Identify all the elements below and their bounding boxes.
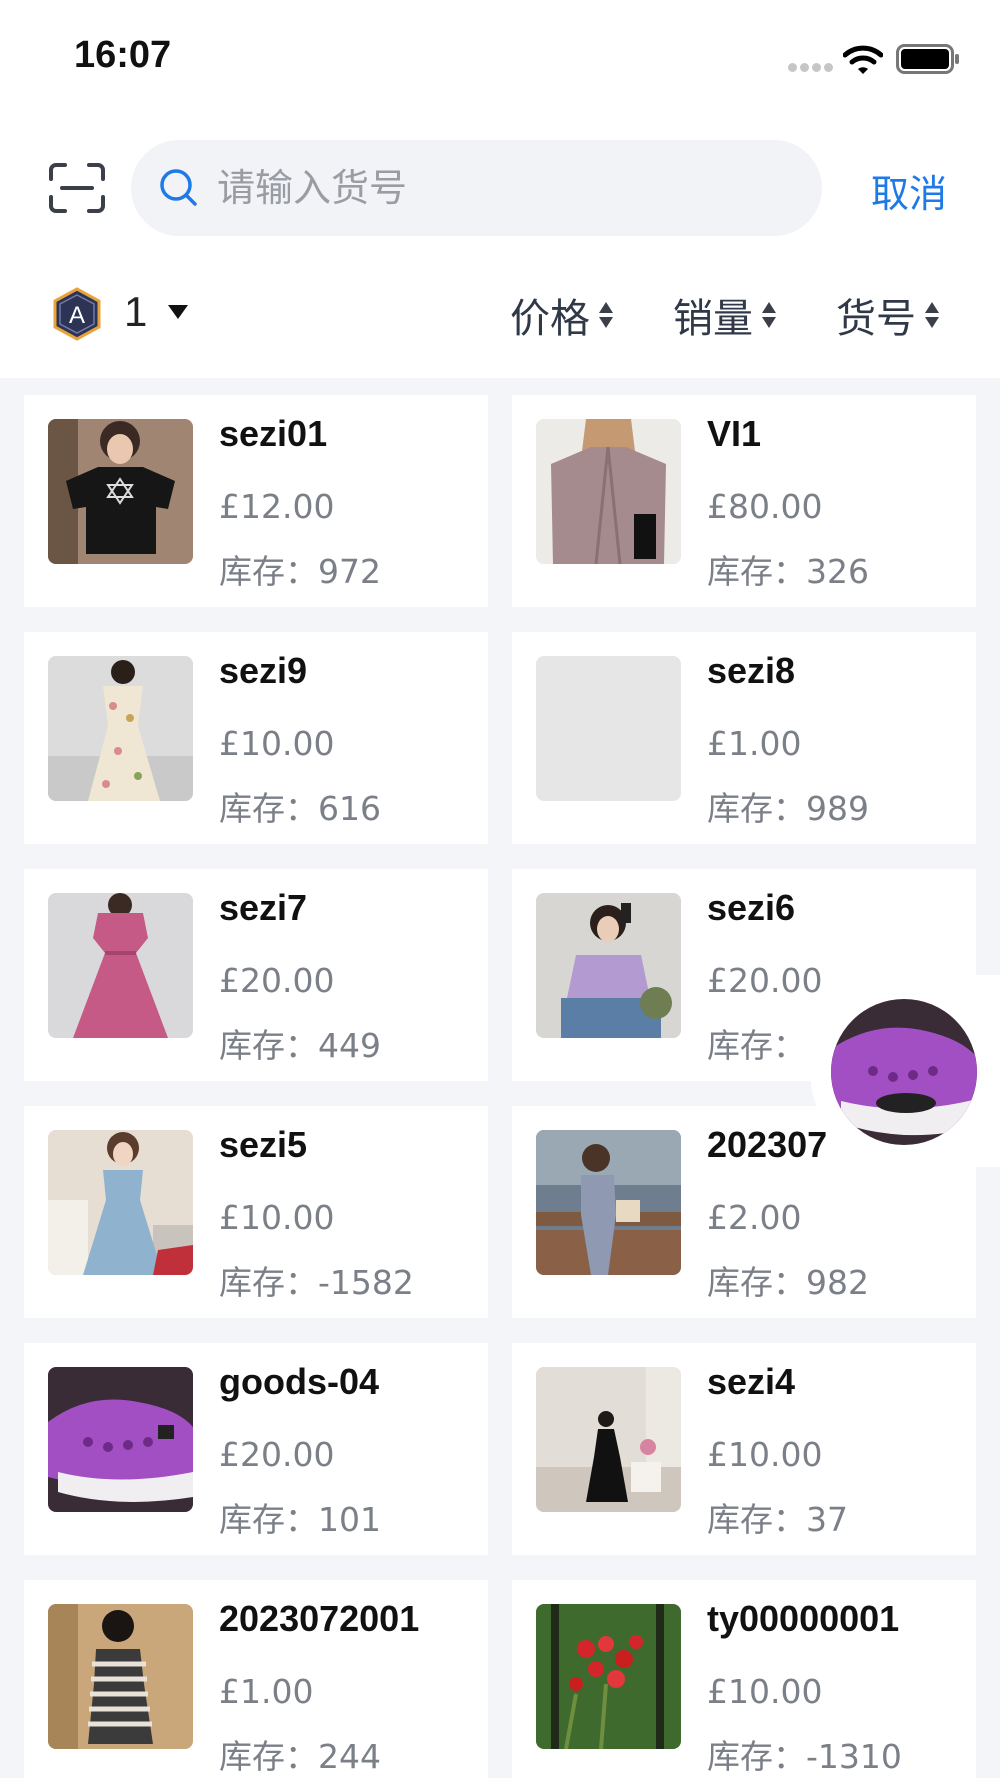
- product-card[interactable]: goods-04 £20.00 库存：101: [24, 1343, 488, 1555]
- sort-price-label: 价格: [510, 296, 590, 342]
- sort-sales[interactable]: 销量: [673, 286, 776, 344]
- product-image: [536, 419, 681, 564]
- product-name: 202307: [707, 1124, 828, 1165]
- product-price: £10.00: [219, 1198, 335, 1237]
- product-price: £1.00: [707, 724, 802, 763]
- product-card[interactable]: sezi01 £12.00 库存：972: [24, 395, 488, 607]
- product-image: [536, 1367, 681, 1512]
- sort-sku[interactable]: 货号: [836, 286, 939, 344]
- status-time: 16:07: [74, 34, 172, 76]
- battery-icon: [896, 44, 959, 74]
- product-stock: 库存：-1582: [219, 1263, 414, 1302]
- product-price: £10.00: [219, 724, 335, 763]
- product-image: [48, 1367, 193, 1512]
- product-card[interactable]: VI1 £80.00 库存：326: [512, 395, 976, 607]
- product-name: sezi8: [707, 650, 796, 691]
- product-price: £80.00: [707, 487, 823, 526]
- sort-arrows-icon: [762, 302, 776, 328]
- product-image: [536, 893, 681, 1038]
- product-price: £1.00: [219, 1672, 314, 1711]
- product-stock: 库存：616: [219, 789, 381, 828]
- product-stock: 库存：972: [219, 552, 381, 591]
- store-badge-icon[interactable]: A: [52, 287, 102, 341]
- product-image: [48, 419, 193, 564]
- product-image: [48, 1604, 193, 1749]
- sort-sales-label: 销量: [673, 296, 753, 342]
- product-name: goods-04: [219, 1361, 380, 1402]
- search-icon: [160, 169, 197, 206]
- product-name: sezi7: [219, 887, 308, 928]
- search-bar[interactable]: [131, 140, 822, 236]
- product-price: £20.00: [219, 1435, 335, 1474]
- scan-icon[interactable]: [48, 162, 106, 214]
- product-price: £10.00: [707, 1672, 823, 1711]
- product-stock: 库存：-1310: [707, 1737, 902, 1776]
- product-image-placeholder: [536, 656, 681, 801]
- product-name: sezi01: [219, 413, 328, 454]
- sort-price[interactable]: 价格: [510, 286, 613, 344]
- product-stock: 库存：982: [707, 1263, 869, 1302]
- product-price: £12.00: [219, 487, 335, 526]
- cancel-button[interactable]: 取消: [871, 163, 947, 218]
- product-stock: 库存：449: [219, 1026, 381, 1065]
- cellular-signal-icon: [788, 60, 834, 74]
- product-card[interactable]: sezi5 £10.00 库存：-1582: [24, 1106, 488, 1318]
- product-price: £10.00: [707, 1435, 823, 1474]
- product-image: [536, 1604, 681, 1749]
- product-image: [48, 1130, 193, 1275]
- product-card[interactable]: sezi9 £10.00 库存：616: [24, 632, 488, 844]
- sort-arrows-icon: [925, 302, 939, 328]
- product-stock: 库存：244: [219, 1737, 381, 1776]
- product-price: £2.00: [707, 1198, 802, 1237]
- product-image: [536, 1130, 681, 1275]
- product-price: £20.00: [707, 961, 823, 1000]
- product-card[interactable]: sezi8 £1.00 库存：989: [512, 632, 976, 844]
- product-image: [48, 656, 193, 801]
- product-price: £20.00: [219, 961, 335, 1000]
- store-badge-letter: A: [69, 302, 85, 329]
- top-bar: 16:07 取消 A 1 价格: [0, 0, 1000, 378]
- product-card[interactable]: sezi7 £20.00 库存：449: [24, 869, 488, 1081]
- product-stock: 库存：989: [707, 789, 869, 828]
- product-name: sezi6: [707, 887, 796, 928]
- product-card[interactable]: ty00000001 £10.00 库存：-1310: [512, 1580, 976, 1778]
- sort-arrows-icon: [599, 302, 613, 328]
- product-name: sezi5: [219, 1124, 308, 1165]
- product-card[interactable]: sezi4 £10.00 库存：37: [512, 1343, 976, 1555]
- product-card[interactable]: 2023072001 £1.00 库存：244: [24, 1580, 488, 1778]
- product-name: VI1: [707, 413, 762, 454]
- product-stock: 库存：37: [707, 1500, 848, 1539]
- store-selector[interactable]: 1: [124, 288, 147, 336]
- product-image: [48, 893, 193, 1038]
- product-stock: 库存：: [707, 1026, 806, 1065]
- product-stock: 库存：326: [707, 552, 869, 591]
- product-stock: 库存：101: [219, 1500, 381, 1539]
- product-name: sezi4: [707, 1361, 796, 1402]
- floating-product-button[interactable]: [831, 999, 977, 1145]
- caret-down-icon[interactable]: [167, 304, 189, 320]
- search-input[interactable]: [217, 156, 797, 220]
- sort-sku-label: 货号: [836, 296, 916, 342]
- product-name: ty00000001: [707, 1598, 900, 1639]
- wifi-icon: [843, 45, 883, 74]
- product-name: sezi9: [219, 650, 308, 691]
- product-name: 2023072001: [219, 1598, 420, 1639]
